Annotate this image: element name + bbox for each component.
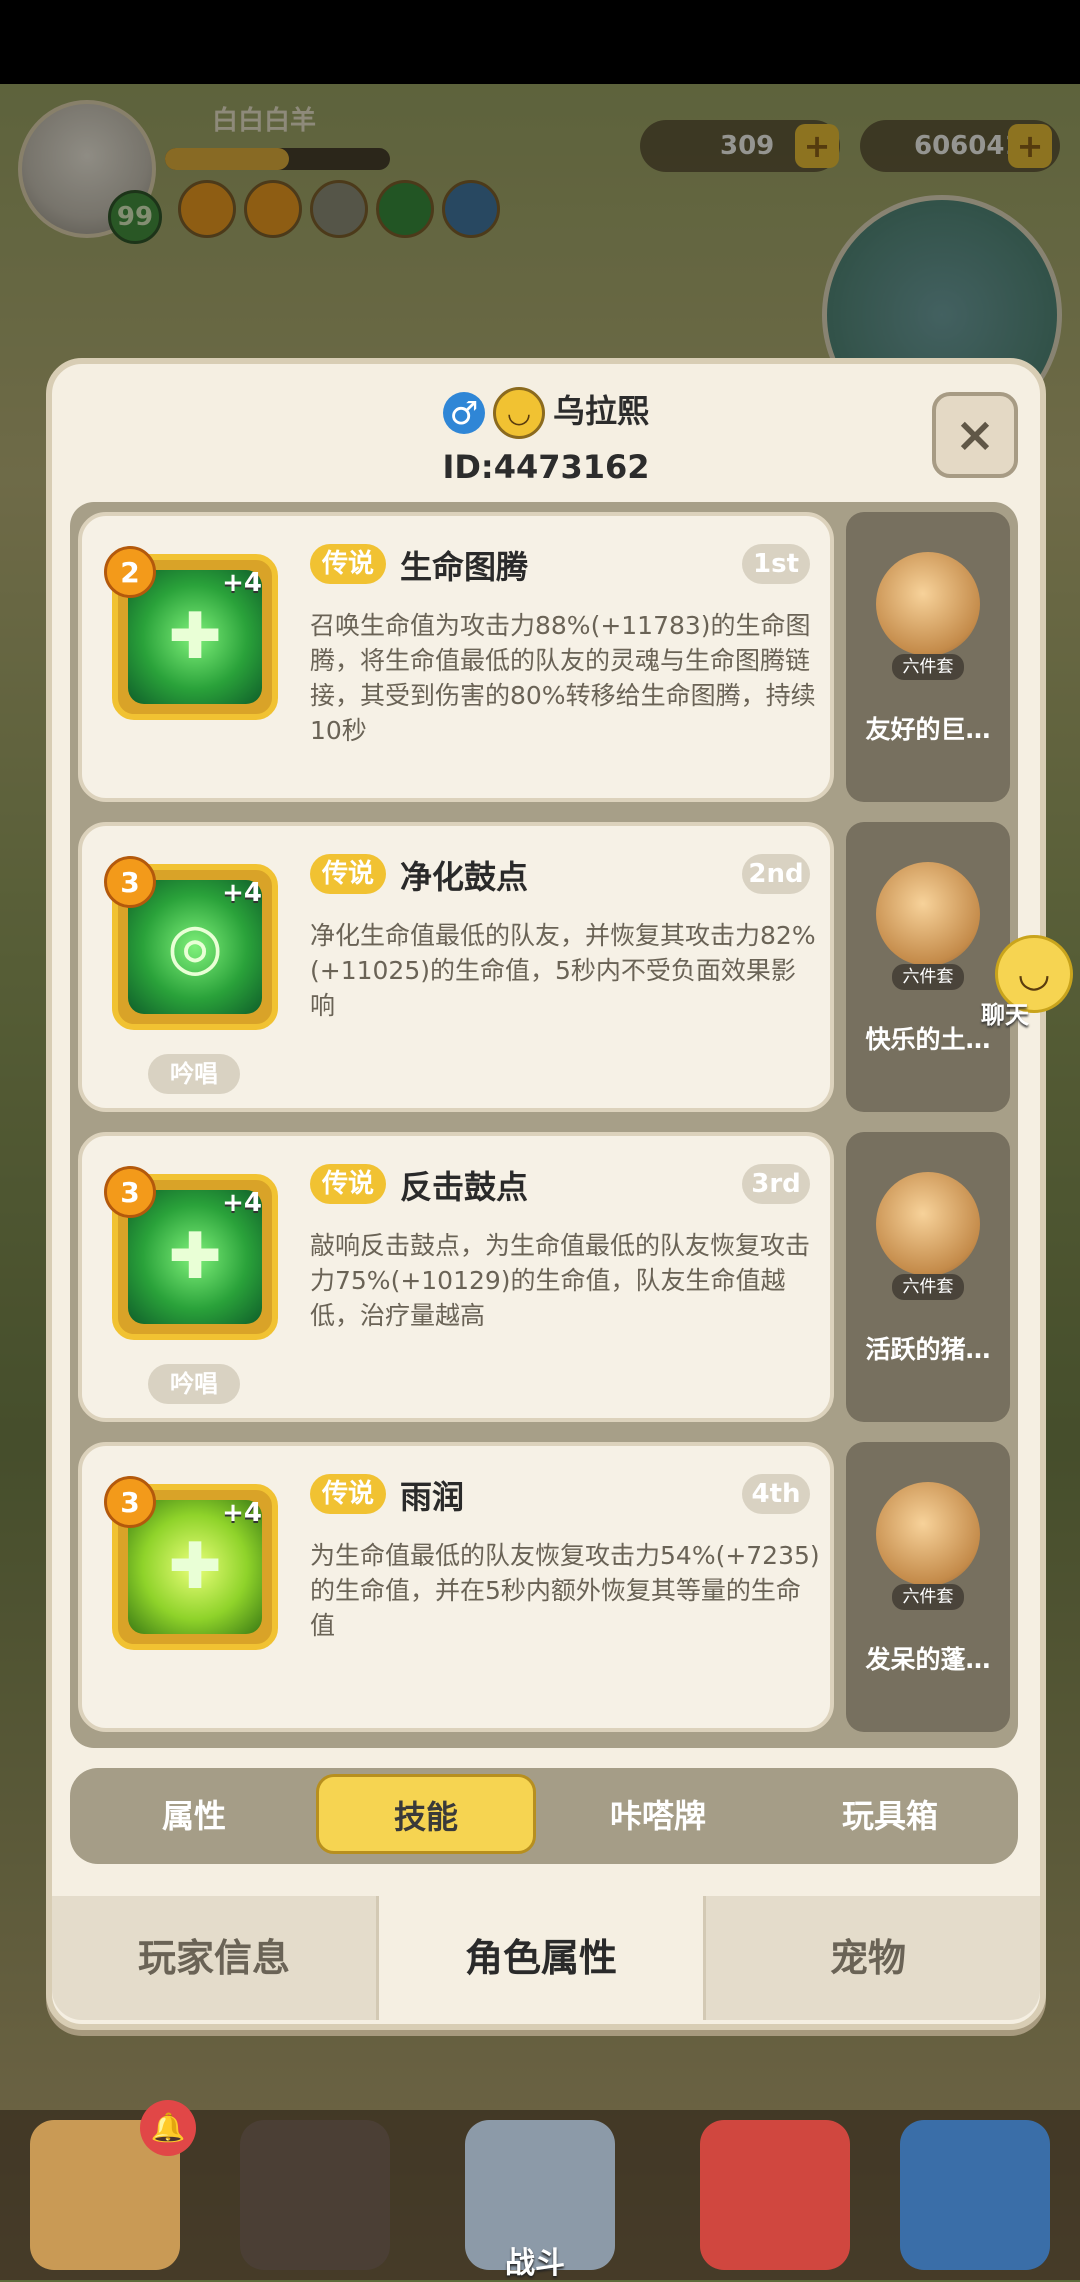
skill-description: 召唤生命值为攻击力88%(+11783)的生命图腾，将生命值最低的队友的灵魂与生… [310,611,816,745]
skill-rank: 4th [742,1474,810,1514]
set-item[interactable]: 六件套 友好的巨… [846,512,1010,802]
set-figure-icon [876,1172,980,1276]
skill-icon: ✚ 3 +4 [104,1166,278,1340]
skill-tag: 吟唱 [148,1364,240,1404]
tab-toybox[interactable]: 玩具箱 [780,1768,1000,1864]
skill-description: 为生命值最低的队友恢复攻击力54%(+7235)的生命值，并在5秒内额外恢复其等… [310,1541,820,1640]
emote-face-icon: ◡ [492,387,545,439]
set-name: 活跃的猪… [865,1335,991,1364]
set-figure-icon [876,1482,980,1586]
skill-card[interactable]: ✚ 3 +4 传说 反击鼓点 3rd 敲响反击鼓点，为生命值最低的队友恢复攻击力… [78,1132,834,1422]
skill-card[interactable]: ✚ 3 +4 传说 雨润 4th 为生命值最低的队友恢复攻击力54%(+7235… [78,1442,834,1732]
skill-upgrade-count: +4 [222,1188,262,1218]
set-badge: 六件套 [892,654,964,680]
nav-character-3[interactable] [700,2120,850,2270]
skill-rank: 3rd [742,1164,810,1204]
main-tabs: 玩家信息 角色属性 宠物 [52,1896,1040,2020]
skill-upgrade-count: +4 [222,568,262,598]
skill-description: 净化生命值最低的队友，并恢复其攻击力82%(+11025)的生命值，5秒内不受负… [310,921,816,1020]
tab-player-info[interactable]: 玩家信息 [52,1896,376,2020]
tab-pets[interactable]: 宠物 [706,1896,1030,2020]
sub-tabs: 属性 技能 咔嗒牌 玩具箱 [70,1768,1018,1864]
skill-name: 雨润 [400,1478,465,1516]
set-name: 发呆的蓬… [865,1645,991,1674]
skills-panel: ✚ 2 +4 传说 生命图腾 1st 召唤生命值为攻击力88%(+11783)的… [70,502,1018,1748]
skill-name: 反击鼓点 [400,1168,529,1206]
dialog-title: ♂ ◡ 乌拉熙 [52,386,1040,439]
skill-tag: 吟唱 [148,1054,240,1094]
notification-bell-icon[interactable]: 🔔 [140,2100,196,2156]
set-badge: 六件套 [892,964,964,990]
character-id: ID:4473162 [442,448,650,486]
skill-rank: 2nd [742,854,810,894]
rarity-badge: 传说 [310,1164,387,1204]
rarity-badge: 传说 [310,544,387,584]
character-name: 乌拉熙 [552,392,649,430]
rarity-badge: 传说 [310,1474,387,1514]
tab-cards[interactable]: 咔嗒牌 [548,1768,768,1864]
chat-label: 聊天 [981,1001,1029,1029]
nav-character-2[interactable] [240,2120,390,2270]
set-badge: 六件套 [892,1274,964,1300]
nav-character-4[interactable] [900,2120,1050,2270]
skill-card[interactable]: ◎ 3 +4 传说 净化鼓点 2nd 净化生命值最低的队友，并恢复其攻击力82%… [78,822,834,1112]
skill-upgrade-count: +4 [222,1498,262,1528]
skill-upgrade-count: +4 [222,878,262,908]
male-gender-icon: ♂ [442,392,485,434]
skill-name: 生命图腾 [400,548,529,586]
set-name: 友好的巨… [865,715,991,744]
skill-level-badge: 3 [104,856,156,908]
chat-button[interactable]: ◡ 聊天 [965,935,1075,1045]
close-button[interactable]: × [932,392,1018,478]
set-item[interactable]: 六件套 发呆的蓬… [846,1442,1010,1732]
skill-level-badge: 3 [104,1476,156,1528]
skill-icon: ✚ 2 +4 [104,546,278,720]
skill-icon: ✚ 3 +4 [104,1476,278,1650]
character-info-dialog: ♂ ◡ 乌拉熙 ID:4473162 × ✚ 2 +4 传说 生命图腾 1st 召唤… [46,358,1046,2030]
status-bar [0,0,1080,84]
skill-description: 敲响反击鼓点，为生命值最低的队友恢复攻击力75%(+10129)的生命值，队友生… [310,1231,811,1330]
tab-skills[interactable]: 技能 [316,1774,536,1854]
skill-card[interactable]: ✚ 2 +4 传说 生命图腾 1st 召唤生命值为攻击力88%(+11783)的… [78,512,834,802]
skill-level-badge: 2 [104,546,156,598]
set-item[interactable]: 六件套 活跃的猪… [846,1132,1010,1422]
tab-attributes[interactable]: 属性 [84,1768,304,1864]
skill-level-badge: 3 [104,1166,156,1218]
skill-icon: ◎ 3 +4 [104,856,278,1030]
skill-rank: 1st [742,544,810,584]
rarity-badge: 传说 [310,854,387,894]
skill-name: 净化鼓点 [400,858,529,896]
set-badge: 六件套 [892,1584,964,1610]
set-figure-icon [876,552,980,656]
tab-character-attributes[interactable]: 角色属性 [379,1896,703,2020]
nav-battle-label: 战斗 [505,2246,565,2281]
